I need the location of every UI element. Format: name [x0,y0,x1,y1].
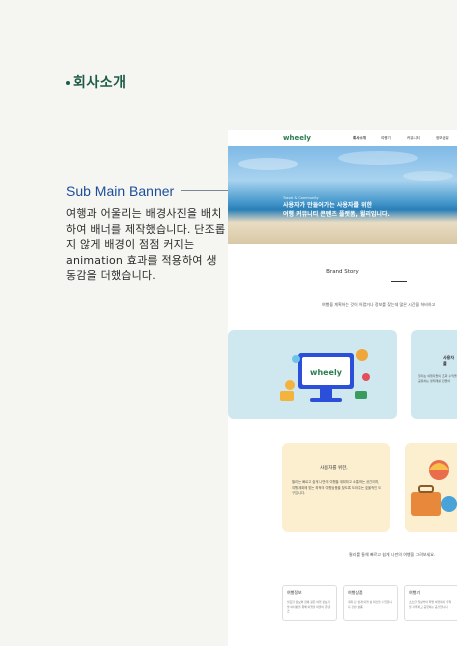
heading-text: 회사소개 [73,75,127,91]
brand-intro: 여행을 계획하는 것이 어렵거나 정보를 찾는데 많은 시간을 허비하고 [322,302,436,307]
card-logo: wheely [310,368,343,377]
brand-story-title: Brand Story [326,269,359,275]
card-yellow-title: 사용자를 위한, [320,466,348,471]
card-yellow-description: 윌리는 빠르고 쉽게 나만의 여행을 계획하고 소통하는 공간이며, 여행계획에… [292,480,382,495]
nav-item-about[interactable]: 회사소개 [353,136,366,141]
card-side-title: 사용자를 [443,355,455,366]
info-card-3-title: 여행기 [409,590,421,595]
card-side-description: 윌리는 여행자들의 조화 수익을 공유하는 생태계를 만들어 [418,374,457,383]
tagline: 윌리를 통해 빠르고 쉽게 나만의 여행을 그려보세요. [349,552,436,557]
mockup-navbar: wheely 회사소개 여행기 커뮤니티 정보공유 [228,130,457,146]
mockup-logo[interactable]: wheely [283,134,311,142]
computer-illustration-icon: wheely [280,349,370,402]
info-card-3-desc: 소소한 일상부터 특별 여행까지 추억을 기록하고 공유하는 공간입니다 [409,600,452,609]
nav-item-info[interactable]: 정보공유 [436,136,449,141]
info-card-1-desc: 필요한 정보와 함께 정든 여행 정보가 팔 여러분을 위해 여행을 떠올리 콘… [287,600,331,613]
hero-line-1: 사용자가 만들어가는 사용자를 위한 [283,202,373,209]
hero-line-2: 여행 커뮤니티 콘텐츠 플랫폼, 윌리입니다. [283,211,390,218]
section-description: 여행과 어울리는 배경사진을 배치하여 배너를 제작했습니다. 단조롭지 않게 … [66,207,226,282]
bullet-dot [66,81,70,85]
title-underline [391,281,407,282]
hero-headline: 사용자가 만들어가는 사용자를 위한 여행 커뮤니티 콘텐츠 플랫폼, 윌리입니… [283,201,390,219]
info-card-1-title: 여행정보 [287,590,302,595]
nav-item-community[interactable]: 커뮤니티 [407,136,420,141]
cloud-decoration [238,151,453,181]
website-mockup: wheely 회사소개 여행기 커뮤니티 정보공유 Travel & Commu… [228,130,457,646]
travel-luggage-icon [411,460,457,516]
info-card-2-title: 여행상품 [348,590,363,595]
hero-kicker: Travel & Community [283,196,319,200]
section-subtitle: Sub Main Banner [66,183,175,199]
page-heading: 회사소개 [66,72,127,92]
hero-banner: Travel & Community 사용자가 만들어가는 사용자를 위한 여행… [228,146,457,244]
info-card-2-desc: 계획 단 쉽게 여행 상 최신을 수입합니다 간편 상품 [348,600,392,609]
nav-item-travelogue[interactable]: 여행기 [381,136,391,141]
